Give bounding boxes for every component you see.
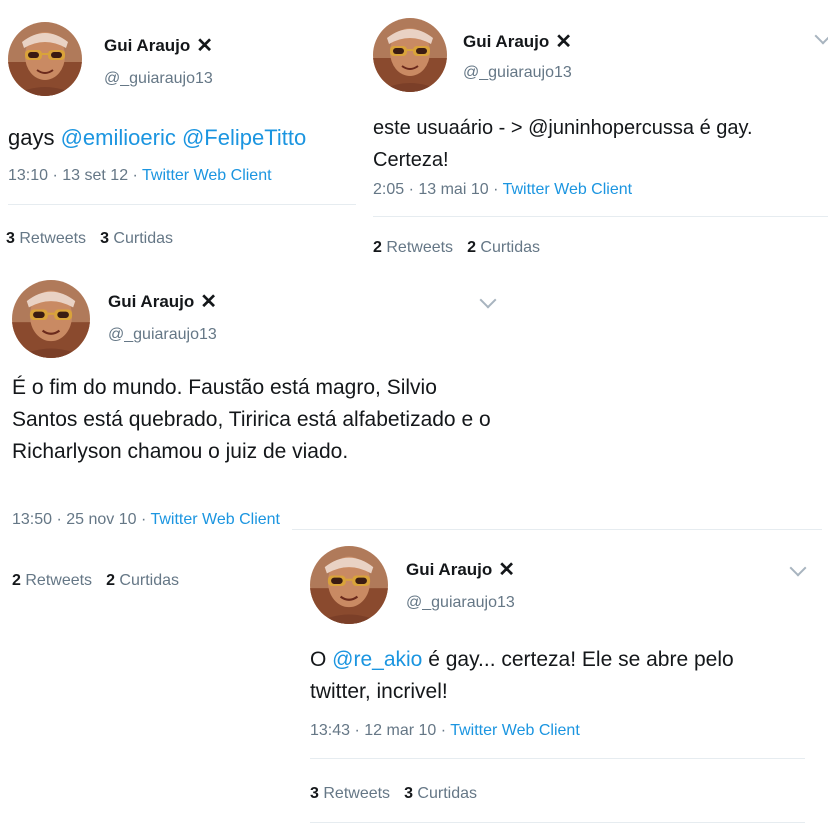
client-link[interactable]: Twitter Web Client	[503, 181, 633, 198]
display-name[interactable]: Gui Araujo	[406, 560, 492, 580]
divider	[310, 822, 805, 823]
x-mark-icon: ✕	[498, 559, 516, 581]
likes-stat[interactable]: 3 Curtidas	[100, 230, 173, 247]
avatar[interactable]	[373, 18, 447, 92]
user-handle[interactable]: @_guiaraujo13	[108, 326, 217, 344]
avatar[interactable]	[12, 280, 90, 358]
timestamp-text[interactable]: 13:43 · 12 mar 10 ·	[310, 722, 450, 739]
x-mark-icon: ✕	[200, 291, 218, 313]
timestamp-text[interactable]: 13:50 · 25 nov 10 ·	[12, 511, 150, 528]
chevron-down-icon[interactable]	[789, 559, 807, 577]
display-name[interactable]: Gui Araujo	[463, 32, 549, 52]
x-mark-icon: ✕	[196, 35, 214, 57]
tweet-timestamp: 13:50 · 25 nov 10 · Twitter Web Client	[12, 511, 280, 529]
mention-link[interactable]: @emilioeric	[61, 125, 176, 150]
client-link[interactable]: Twitter Web Client	[150, 511, 280, 528]
retweets-stat[interactable]: 3 Retweets	[6, 230, 86, 247]
tweet-text: este usuaário - > @juninhopercussa é gay…	[373, 117, 753, 171]
tweet-stats: 2 Retweets 2 Curtidas	[373, 239, 540, 257]
tweet-text: É o fim do mundo. Faustão está magro, Si…	[12, 376, 491, 463]
retweets-stat[interactable]: 2 Retweets	[12, 572, 92, 589]
tweet-text-plain: gays	[8, 125, 61, 150]
timestamp-text[interactable]: 13:10 · 13 set 12 ·	[8, 167, 142, 184]
likes-stat[interactable]: 3 Curtidas	[404, 785, 477, 802]
x-mark-icon: ✕	[555, 31, 573, 53]
mention-link[interactable]: @FelipeTitto	[182, 125, 306, 150]
tweet-text: O @re_akio é gay... certeza! Ele se abre…	[310, 644, 780, 708]
display-name[interactable]: Gui Araujo	[108, 292, 194, 312]
tweet-timestamp: 2:05 · 13 mai 10 · Twitter Web Client	[373, 181, 632, 199]
tweet-card: Gui Araujo ✕ @_guiaraujo13 gays @emilioe…	[0, 0, 365, 268]
tweet-stats: 2 Retweets 2 Curtidas	[12, 572, 179, 590]
user-handle[interactable]: @_guiaraujo13	[406, 594, 515, 612]
tweet-text-plain: O	[310, 648, 333, 671]
user-handle[interactable]: @_guiaraujo13	[463, 64, 572, 82]
tweet-card: Gui Araujo ✕ @_guiaraujo13 O @re_akio é …	[300, 530, 828, 828]
likes-stat[interactable]: 2 Curtidas	[467, 239, 540, 256]
tweet-stats: 3 Retweets 3 Curtidas	[6, 230, 173, 248]
divider	[310, 758, 805, 759]
divider	[8, 204, 356, 205]
tweet-card: Gui Araujo ✕ @_guiaraujo13 este usuaário…	[365, 0, 828, 270]
retweets-stat[interactable]: 2 Retweets	[373, 239, 453, 256]
timestamp-text[interactable]: 2:05 · 13 mai 10 ·	[373, 181, 503, 198]
likes-stat[interactable]: 2 Curtidas	[106, 572, 179, 589]
chevron-down-icon[interactable]	[814, 27, 828, 45]
mention-link[interactable]: @re_akio	[332, 648, 422, 671]
tweet-stats: 3 Retweets 3 Curtidas	[310, 785, 477, 803]
client-link[interactable]: Twitter Web Client	[450, 722, 580, 739]
avatar[interactable]	[8, 22, 82, 96]
chevron-down-icon[interactable]	[479, 291, 497, 309]
retweets-stat[interactable]: 3 Retweets	[310, 785, 390, 802]
divider	[373, 216, 828, 217]
tweet-timestamp: 13:43 · 12 mar 10 · Twitter Web Client	[310, 722, 580, 740]
tweet-text: gays @emilioeric @FelipeTitto	[8, 122, 306, 154]
client-link[interactable]: Twitter Web Client	[142, 167, 272, 184]
user-handle[interactable]: @_guiaraujo13	[104, 70, 213, 88]
display-name[interactable]: Gui Araujo	[104, 36, 190, 56]
avatar[interactable]	[310, 546, 388, 624]
tweet-timestamp: 13:10 · 13 set 12 · Twitter Web Client	[8, 167, 272, 185]
